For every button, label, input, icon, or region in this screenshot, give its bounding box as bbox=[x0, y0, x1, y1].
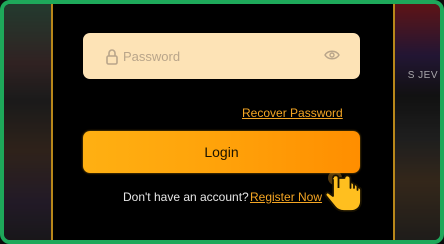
login-button[interactable]: Login bbox=[83, 131, 360, 173]
recover-password-link[interactable]: Recover Password bbox=[242, 106, 343, 120]
thumbnail-caption: S JEV bbox=[407, 70, 438, 81]
password-input[interactable] bbox=[123, 41, 313, 71]
lock-icon bbox=[106, 49, 118, 65]
game-thumbnails-right bbox=[388, 4, 440, 240]
register-now-link[interactable]: Register Now bbox=[250, 190, 322, 204]
eye-icon[interactable] bbox=[324, 49, 340, 61]
register-question: Don't have an account? bbox=[123, 190, 249, 204]
password-field[interactable] bbox=[83, 33, 360, 79]
game-thumbnails-left bbox=[4, 4, 58, 240]
hand-pointer-icon bbox=[324, 171, 362, 212]
